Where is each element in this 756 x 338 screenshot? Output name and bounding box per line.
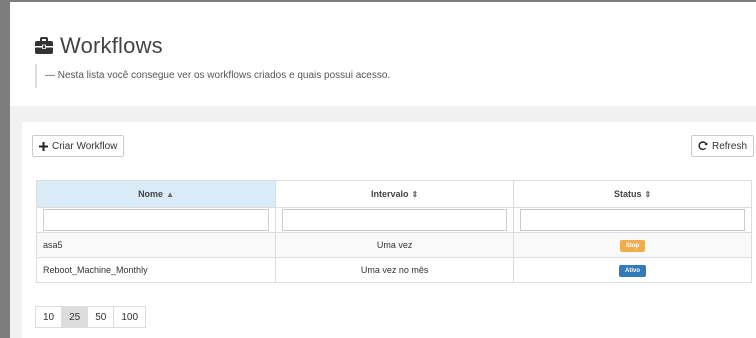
refresh-label: Refresh bbox=[712, 140, 748, 152]
plus-icon bbox=[39, 141, 48, 151]
page-header: Workflows — Nesta lista você consegue ve… bbox=[10, 2, 756, 106]
column-header-name[interactable]: Nome ▲ bbox=[35, 180, 277, 208]
column-header-status[interactable]: Status ⇕ bbox=[513, 180, 752, 208]
page-size-100[interactable]: 100 bbox=[113, 306, 147, 328]
column-header-label: Status bbox=[613, 189, 642, 199]
refresh-icon bbox=[698, 141, 708, 151]
page-description: — Nesta lista você consegue ver os workf… bbox=[35, 64, 390, 88]
table-row[interactable]: Reboot_Machine_Monthly Uma vez no mês At… bbox=[35, 257, 752, 283]
cell-name: asa5 bbox=[35, 232, 277, 258]
window-frame-left bbox=[0, 0, 10, 338]
sort-icon: ⇕ bbox=[411, 190, 419, 199]
table-row[interactable]: asa5 Uma vez Stop bbox=[35, 232, 752, 258]
column-header-label: Intervalo bbox=[370, 189, 409, 199]
filter-cell bbox=[35, 207, 277, 233]
filter-cell bbox=[275, 207, 515, 233]
refresh-button[interactable]: Refresh bbox=[691, 135, 755, 157]
filter-interval-input[interactable] bbox=[282, 209, 508, 231]
filter-cell bbox=[513, 207, 752, 233]
page-size-50[interactable]: 50 bbox=[87, 306, 115, 328]
filter-row bbox=[35, 207, 752, 233]
briefcase-icon bbox=[34, 36, 54, 56]
sort-icon: ⇕ bbox=[644, 190, 652, 199]
create-workflow-button[interactable]: Criar Workflow bbox=[32, 135, 125, 157]
status-badge: Ativo bbox=[619, 264, 647, 277]
status-badge: Stop bbox=[619, 239, 646, 252]
page-size-selector: 10 25 50 100 bbox=[35, 306, 147, 328]
page-content: Workflows — Nesta lista você consegue ve… bbox=[10, 2, 756, 338]
workflow-panel: Criar Workflow Refresh Nome ▲ Intervalo ⇕ bbox=[22, 122, 756, 338]
cell-status: Stop bbox=[513, 232, 752, 258]
column-header-interval[interactable]: Intervalo ⇕ bbox=[275, 180, 515, 208]
filter-name-input[interactable] bbox=[43, 209, 270, 231]
cell-interval: Uma vez no mês bbox=[275, 257, 515, 283]
page-title: Workflows bbox=[60, 33, 163, 58]
cell-name: Reboot_Machine_Monthly bbox=[35, 257, 277, 283]
page-size-10[interactable]: 10 bbox=[35, 306, 63, 328]
filter-status-input[interactable] bbox=[520, 209, 745, 231]
cell-interval: Uma vez bbox=[275, 232, 515, 258]
page-size-25[interactable]: 25 bbox=[61, 306, 89, 328]
workflows-table: Nome ▲ Intervalo ⇕ Status ⇕ asa5 Uma vez… bbox=[35, 180, 752, 283]
title-row: Workflows bbox=[34, 32, 163, 60]
column-header-label: Nome bbox=[138, 189, 164, 199]
sort-asc-icon: ▲ bbox=[166, 190, 174, 199]
table-header-row: Nome ▲ Intervalo ⇕ Status ⇕ bbox=[35, 180, 752, 208]
create-workflow-label: Criar Workflow bbox=[52, 140, 118, 152]
cell-status: Ativo bbox=[513, 257, 752, 283]
